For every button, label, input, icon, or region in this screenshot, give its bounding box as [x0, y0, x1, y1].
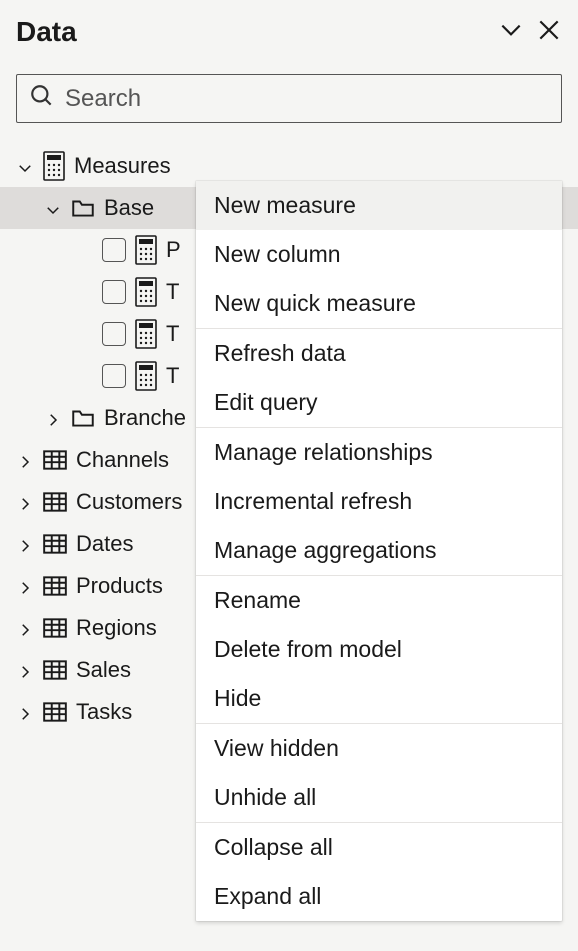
search-box[interactable]: [16, 74, 562, 123]
menu-item[interactable]: Expand all: [196, 872, 562, 921]
tree-label: Measures: [74, 153, 171, 179]
checkbox[interactable]: [102, 280, 126, 304]
table-icon: [42, 699, 68, 725]
calculator-icon: [134, 235, 158, 265]
checkbox[interactable]: [102, 322, 126, 346]
chevron-right-icon[interactable]: [16, 451, 34, 469]
chevron-right-icon[interactable]: [16, 661, 34, 679]
table-icon: [42, 531, 68, 557]
tree-label: T: [166, 321, 179, 347]
panel-title: Data: [16, 16, 77, 48]
chevron-right-icon[interactable]: [16, 703, 34, 721]
tree-label: Base: [104, 195, 154, 221]
tree-label: Sales: [76, 657, 131, 683]
chevron-right-icon[interactable]: [44, 409, 62, 427]
search-input[interactable]: [65, 85, 549, 113]
table-icon: [42, 489, 68, 515]
search-icon: [29, 83, 55, 114]
tree-label: Tasks: [76, 699, 132, 725]
measure-table-icon: [42, 151, 66, 181]
chevron-down-icon[interactable]: [44, 199, 62, 217]
panel-header: Data: [16, 12, 562, 56]
menu-item[interactable]: New quick measure: [196, 279, 562, 328]
calculator-icon: [134, 361, 158, 391]
table-icon: [42, 573, 68, 599]
menu-item[interactable]: Collapse all: [196, 823, 562, 872]
folder-icon: [70, 195, 96, 221]
checkbox[interactable]: [102, 238, 126, 262]
tree-label: T: [166, 279, 179, 305]
chevron-right-icon[interactable]: [16, 493, 34, 511]
tree-label: Products: [76, 573, 163, 599]
tree-label: Channels: [76, 447, 169, 473]
menu-item[interactable]: Manage relationships: [196, 428, 562, 477]
chevron-right-icon[interactable]: [16, 577, 34, 595]
calculator-icon: [134, 277, 158, 307]
tree-label: Customers: [76, 489, 182, 515]
menu-item[interactable]: View hidden: [196, 724, 562, 773]
calculator-icon: [134, 319, 158, 349]
tree-label: T: [166, 363, 179, 389]
checkbox[interactable]: [102, 364, 126, 388]
menu-item[interactable]: Rename: [196, 576, 562, 625]
menu-item[interactable]: Hide: [196, 674, 562, 723]
menu-item[interactable]: Edit query: [196, 378, 562, 427]
menu-item[interactable]: Incremental refresh: [196, 477, 562, 526]
chevron-down-icon[interactable]: [16, 157, 34, 175]
menu-item[interactable]: New column: [196, 230, 562, 279]
folder-icon: [70, 405, 96, 431]
chevron-right-icon[interactable]: [16, 535, 34, 553]
tree-label: Branche: [104, 405, 186, 431]
menu-item[interactable]: Manage aggregations: [196, 526, 562, 575]
chevron-right-icon[interactable]: [16, 619, 34, 637]
menu-item[interactable]: Delete from model: [196, 625, 562, 674]
close-icon[interactable]: [536, 17, 562, 48]
table-icon: [42, 447, 68, 473]
tree-label: Dates: [76, 531, 133, 557]
tree-label: Regions: [76, 615, 157, 641]
menu-item[interactable]: New measure: [196, 181, 562, 230]
table-icon: [42, 615, 68, 641]
table-icon: [42, 657, 68, 683]
header-actions: [498, 17, 562, 48]
menu-item[interactable]: Refresh data: [196, 329, 562, 378]
context-menu: New measureNew columnNew quick measureRe…: [196, 181, 562, 921]
chevron-down-icon[interactable]: [498, 17, 524, 48]
menu-item[interactable]: Unhide all: [196, 773, 562, 822]
tree-label: P: [166, 237, 181, 263]
